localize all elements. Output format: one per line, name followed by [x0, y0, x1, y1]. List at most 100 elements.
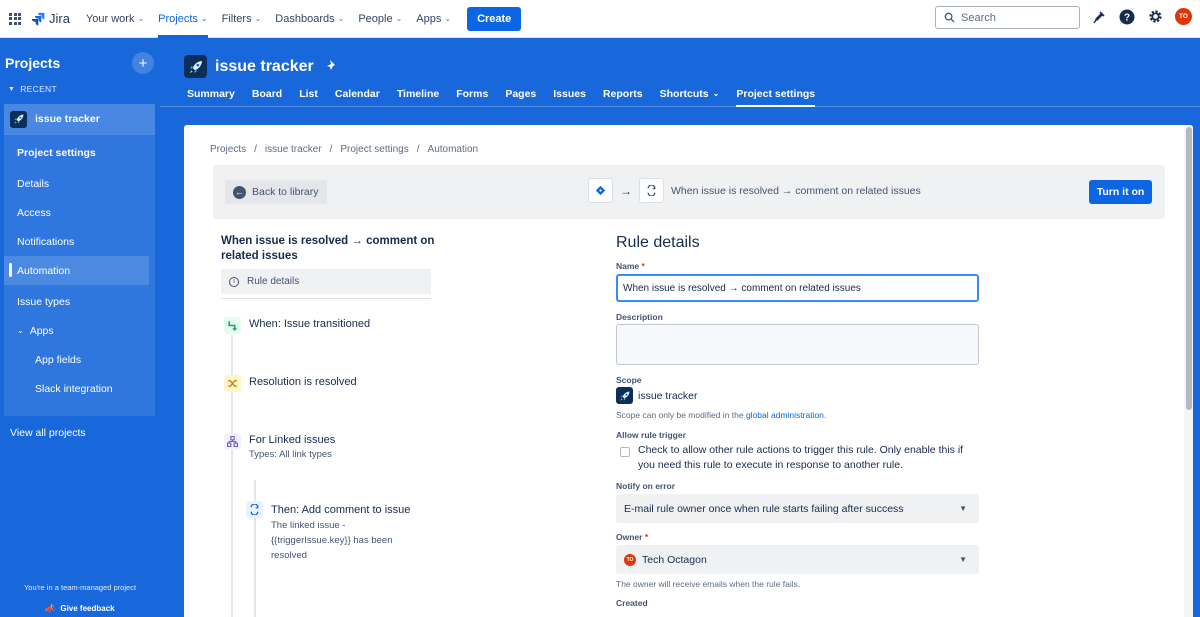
branch-step-text: For Linked issues Types: All link types — [249, 434, 335, 462]
top-navigation: Jira Your work ⌄ Projects ⌄ Filters ⌄ Dashb… — [0, 0, 1200, 38]
condition-step-label: Resolution is resolved — [249, 376, 357, 388]
tab-reports[interactable]: Reports — [603, 80, 643, 107]
scrollbar[interactable] — [1184, 125, 1193, 617]
chevron-down-icon: ⌄ — [712, 89, 720, 98]
tab-calendar[interactable]: Calendar — [335, 80, 380, 107]
sidebar-item-notifications[interactable]: Notifications — [4, 227, 155, 256]
required-indicator: * — [642, 532, 649, 542]
owner-value: TO Tech Octagon — [624, 553, 707, 566]
view-all-projects-link[interactable]: View all projects — [10, 427, 86, 439]
menu-people[interactable]: People ⌄ — [358, 0, 402, 38]
action-step-label: Then: Add comment to issue — [271, 504, 411, 516]
rocket-icon — [616, 387, 633, 404]
branch-icon — [224, 433, 241, 450]
jira-logo[interactable]: Jira — [31, 11, 70, 26]
tab-timeline[interactable]: Timeline — [397, 80, 439, 107]
chevron-down-icon: ⌄ — [337, 14, 345, 23]
tab-shortcuts[interactable]: Shortcuts ⌄ — [660, 80, 720, 107]
menu-projects[interactable]: Projects ⌄ — [158, 0, 209, 38]
action-step[interactable]: Then: Add comment to issue The linked is… — [246, 501, 416, 563]
notifications-icon[interactable] — [1091, 9, 1107, 25]
action-step-text: Then: Add comment to issue The linked is… — [271, 503, 416, 563]
scope-value: issue tracker — [616, 387, 698, 404]
global-administration-link[interactable]: global administration — [746, 410, 824, 420]
breadcrumb-projects[interactable]: Projects — [210, 144, 246, 155]
search-icon — [944, 12, 955, 23]
chevron-down-icon: ⌄ — [137, 14, 145, 23]
menu-dashboards[interactable]: Dashboards ⌄ — [275, 0, 344, 38]
divider — [221, 298, 431, 299]
chevron-down-icon: ⌄ — [17, 326, 24, 335]
sidebar-item-slack-integration[interactable]: Slack integration — [4, 374, 155, 403]
tab-list[interactable]: List — [299, 80, 318, 107]
owner-avatar: TO — [624, 553, 636, 566]
divider — [160, 106, 1200, 107]
search-input[interactable]: Search — [935, 6, 1080, 29]
back-to-library-label: Back to library — [252, 186, 319, 198]
sidebar-item-app-fields[interactable]: App fields — [4, 345, 155, 374]
sidebar-item-issue-types[interactable]: Issue types — [4, 287, 155, 316]
give-feedback-link[interactable]: 📣 Give feedback — [0, 604, 160, 613]
recent-toggle[interactable]: ▼ RECENT — [0, 84, 160, 94]
sidebar-project-panel: issue tracker Project settings Details A… — [4, 104, 155, 416]
tab-summary[interactable]: Summary — [187, 80, 235, 107]
turn-it-on-button[interactable]: Turn it on — [1089, 180, 1152, 204]
menu-apps[interactable]: Apps ⌄ — [416, 0, 451, 38]
sidebar-item-automation[interactable]: Automation — [4, 256, 149, 285]
back-to-library-button[interactable]: ← Back to library — [225, 180, 327, 204]
app-switcher-icon[interactable] — [9, 12, 21, 25]
branch-step[interactable]: For Linked issues Types: All link types — [224, 433, 335, 462]
plus-icon: + — [138, 54, 148, 72]
top-menu: Your work ⌄ Projects ⌄ Filters ⌄ Dashboards… — [86, 0, 451, 38]
chevron-down-icon: ▼ — [8, 85, 16, 93]
chevron-down-icon: ▼ — [959, 504, 967, 513]
condition-step[interactable]: Resolution is resolved — [224, 375, 357, 392]
allow-rule-trigger-checkbox[interactable] — [620, 447, 630, 457]
help-icon[interactable]: ? — [1119, 9, 1135, 25]
breadcrumb-issue-tracker[interactable]: issue tracker — [265, 144, 322, 155]
rule-name-input[interactable]: When issue is resolved → comment on rela… — [616, 274, 979, 302]
description-textarea[interactable] — [616, 324, 979, 365]
recent-label: RECENT — [20, 84, 57, 94]
tab-label: Shortcuts — [659, 87, 709, 100]
sidebar-project-link[interactable]: issue tracker — [4, 104, 155, 134]
chevron-down-icon: ⌄ — [200, 14, 208, 23]
svg-text:?: ? — [1124, 12, 1130, 23]
breadcrumb-separator: / — [254, 144, 257, 155]
rule-details-nav-item[interactable]: i Rule details — [221, 269, 431, 294]
owner-select[interactable]: TO Tech Octagon ▼ — [616, 545, 979, 574]
tab-issues[interactable]: Issues — [553, 80, 586, 107]
pin-icon[interactable] — [326, 59, 338, 74]
menu-filters[interactable]: Filters ⌄ — [222, 0, 262, 38]
chevron-down-icon: ⌄ — [254, 14, 262, 23]
scope-helper-text: Scope can only be modified in the global… — [616, 410, 826, 420]
tab-board[interactable]: Board — [252, 80, 282, 107]
breadcrumb-automation[interactable]: Automation — [428, 144, 479, 155]
breadcrumb-project-settings[interactable]: Project settings — [340, 144, 408, 155]
rule-flow-summary: → When issue is resolved → comment on re… — [588, 178, 921, 203]
description-label: Description — [616, 312, 663, 322]
sidebar-item-details[interactable]: Details — [4, 169, 155, 198]
tab-project-settings[interactable]: Project settings — [736, 80, 815, 107]
sidebar-settings-heading: Project settings — [17, 147, 96, 159]
trigger-diamond-icon — [588, 178, 613, 203]
add-project-button[interactable]: + — [132, 52, 154, 74]
menu-your-work[interactable]: Your work ⌄ — [86, 0, 144, 38]
owner-name: Tech Octagon — [642, 553, 707, 566]
owner-label-text: Owner — [616, 532, 643, 542]
trigger-step[interactable]: When: Issue transitioned — [224, 317, 370, 334]
scope-label: Scope — [616, 375, 642, 385]
transition-icon — [224, 317, 241, 334]
sidebar-item-access[interactable]: Access — [4, 198, 155, 227]
tab-forms[interactable]: Forms — [456, 80, 488, 107]
created-label: Created — [616, 598, 648, 608]
comment-action-icon — [246, 501, 263, 518]
sidebar-item-apps[interactable]: ⌄ Apps — [4, 316, 155, 345]
tab-pages[interactable]: Pages — [505, 80, 536, 107]
scrollbar-thumb[interactable] — [1186, 127, 1192, 410]
settings-gear-icon[interactable] — [1147, 9, 1163, 25]
user-avatar[interactable]: TO — [1175, 8, 1192, 25]
create-button[interactable]: Create — [467, 6, 522, 31]
notify-on-error-select[interactable]: E-mail rule owner once when rule starts … — [616, 494, 979, 523]
rule-details-nav-label: Rule details — [247, 276, 300, 287]
